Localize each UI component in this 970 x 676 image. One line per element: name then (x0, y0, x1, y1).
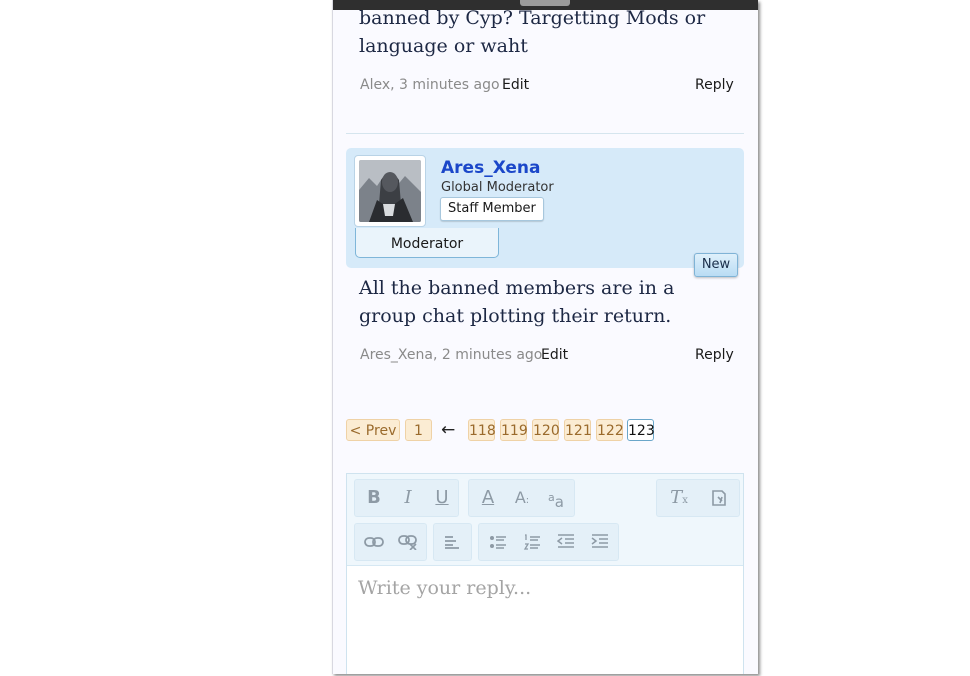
indent-icon[interactable] (583, 524, 617, 560)
staff-badge: Staff Member (440, 197, 544, 221)
italic-icon[interactable]: I (391, 480, 425, 516)
username[interactable]: Ares_Xena (441, 158, 540, 178)
current-page-button[interactable]: 123 (627, 419, 655, 441)
toolbar-group-lists (478, 523, 619, 561)
page-button-first[interactable]: 1 (405, 419, 432, 441)
post-meta: Alex, 3 minutes ago (360, 77, 500, 93)
page-button[interactable]: 118 (468, 419, 496, 441)
unlink-icon[interactable] (391, 524, 425, 560)
toolbar-group-links (354, 523, 427, 561)
toolbar-group-tools: Tx (656, 479, 740, 517)
user-title: Global Moderator (441, 180, 554, 195)
reply-link[interactable]: Reply (695, 77, 734, 93)
post-divider (346, 133, 744, 134)
bullet-list-icon[interactable] (481, 524, 515, 560)
text-color-icon[interactable]: A (471, 480, 505, 516)
reply-input-placeholder[interactable]: Write your reply... (358, 577, 531, 599)
reply-editor: B I U A A: aa Tx Write your reply... (346, 473, 744, 674)
numbered-list-icon[interactable] (515, 524, 549, 560)
underline-icon[interactable]: U (425, 480, 459, 516)
bold-icon[interactable]: B (357, 480, 391, 516)
page-button[interactable]: 120 (532, 419, 560, 441)
font-size-icon[interactable]: A: (505, 480, 539, 516)
forum-thread-panel: banned by Cyp? Targetting Mods or langua… (332, 0, 758, 674)
avatar[interactable] (359, 160, 421, 222)
edit-link[interactable]: Edit (502, 77, 529, 93)
post-meta: Ares_Xena, 2 minutes ago (360, 347, 543, 363)
outdent-icon[interactable] (549, 524, 583, 560)
link-icon[interactable] (357, 524, 391, 560)
post-message: All the banned members are in a group ch… (359, 277, 675, 327)
page-button[interactable]: 121 (564, 419, 592, 441)
remove-format-icon[interactable]: Tx (662, 480, 696, 516)
avatar-frame[interactable] (354, 155, 426, 227)
post-message: banned by Cyp? Targetting Mods or langua… (359, 7, 706, 57)
reply-link[interactable]: Reply (695, 347, 734, 363)
message-user-info: Ares_Xena Global Moderator Staff Member … (346, 148, 744, 268)
new-badge[interactable]: New (694, 253, 738, 277)
toolbar-group-font: A A: aa (468, 479, 575, 517)
prev-page-button[interactable]: < Prev (346, 419, 400, 441)
toolbar-group-text-style: B I U (354, 479, 459, 517)
moderator-banner: Moderator (355, 228, 499, 258)
page-button[interactable]: 122 (596, 419, 624, 441)
page-button[interactable]: 119 (500, 419, 528, 441)
editor-toolbar: B I U A A: aa Tx (347, 474, 743, 566)
page-skip-arrow[interactable]: ← (441, 419, 455, 441)
toolbar-group-align (433, 523, 472, 561)
font-family-icon[interactable]: aa (539, 480, 573, 516)
align-icon[interactable] (435, 524, 469, 560)
toggle-bbcode-icon[interactable] (702, 480, 736, 516)
edit-link[interactable]: Edit (541, 347, 568, 363)
